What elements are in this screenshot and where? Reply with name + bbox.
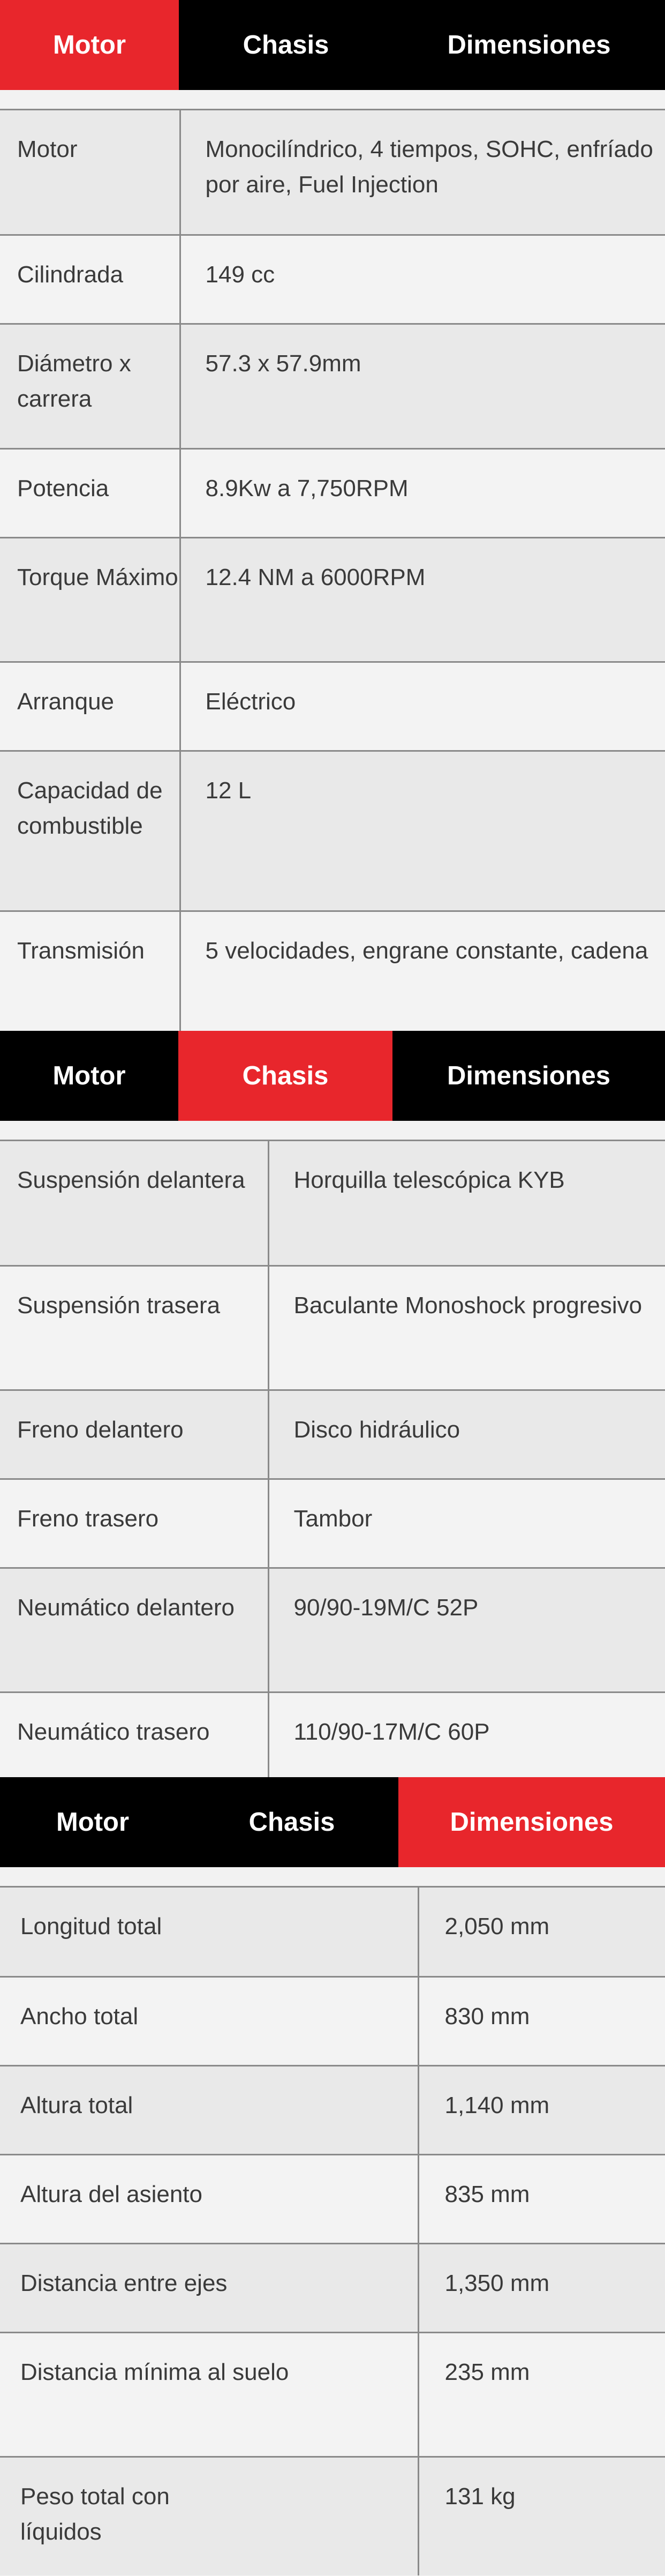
tab-motor[interactable]: Motor	[0, 0, 179, 90]
spec-label: Freno trasero	[0, 1479, 268, 1569]
chasis-spec-table: Suspensión delantera Horquilla telescópi…	[0, 1141, 665, 1777]
table-row: Motor Monocilíndrico, 4 tiempos, SOHC, e…	[0, 110, 665, 236]
tab-motor[interactable]: Motor	[0, 1777, 185, 1867]
table-row: Arranque Eléctrico	[0, 662, 665, 752]
tab-motor[interactable]: Motor	[0, 1031, 178, 1121]
motor-spec-table: Motor Monocilíndrico, 4 tiempos, SOHC, e…	[0, 110, 665, 1031]
spec-label: Neumático trasero	[0, 1692, 268, 1777]
spec-label: Longitud total	[0, 1888, 418, 1978]
spec-label: Diámetro x carrera	[0, 324, 180, 450]
spec-value: 12 L	[179, 751, 665, 912]
spec-label: Transmisión	[0, 911, 180, 1031]
spec-value: Disco hidráulico	[267, 1390, 665, 1480]
spec-value: 235 mm	[417, 2332, 665, 2458]
spec-value: 1,140 mm	[417, 2065, 665, 2155]
tab-bar-chasis-section: Motor Chasis Dimensiones	[0, 1031, 665, 1121]
spec-value: 8.9Kw a 7,750RPM	[179, 448, 665, 538]
table-row: Freno trasero Tambor	[0, 1479, 665, 1569]
table-row: Potencia 8.9Kw a 7,750RPM	[0, 448, 665, 538]
spec-label: Altura total	[0, 2065, 418, 2155]
spec-value: 57.3 x 57.9mm	[179, 324, 665, 450]
spec-value: Tambor	[267, 1479, 665, 1569]
table-row: Cilindrada 149 cc	[0, 235, 665, 325]
spec-value: 830 mm	[417, 1976, 665, 2066]
spec-value: 110/90-17M/C 60P	[267, 1692, 665, 1777]
spec-label: Suspensión delantera	[0, 1141, 268, 1267]
spec-value: 1,350 mm	[417, 2243, 665, 2333]
section-spacer	[0, 1121, 665, 1141]
spec-label: Freno delantero	[0, 1390, 268, 1480]
tab-chasis[interactable]: Chasis	[179, 0, 393, 90]
table-row: Distancia entre ejes 1,350 mm	[0, 2243, 665, 2333]
section-spacer	[0, 90, 665, 110]
spec-value: 149 cc	[179, 235, 665, 325]
spec-label: Peso total con líquidos	[0, 2457, 418, 2575]
table-row: Longitud total 2,050 mm	[0, 1888, 665, 1978]
tab-chasis[interactable]: Chasis	[185, 1777, 398, 1867]
spec-value: 131 kg	[417, 2457, 665, 2575]
tab-chasis[interactable]: Chasis	[178, 1031, 392, 1121]
table-row: Neumático trasero 110/90-17M/C 60P	[0, 1692, 665, 1777]
spec-value: Baculante Monoshock progresivo	[267, 1265, 665, 1391]
table-row: Transmisión 5 velocidades, engrane const…	[0, 911, 665, 1031]
spec-label: Distancia entre ejes	[0, 2243, 418, 2333]
table-row: Diámetro x carrera 57.3 x 57.9mm	[0, 324, 665, 450]
spec-label: Capacidad de combustible	[0, 751, 180, 912]
table-row: Distancia mínima al suelo 235 mm	[0, 2332, 665, 2458]
tab-bar-motor-section: Motor Chasis Dimensiones	[0, 0, 665, 90]
spec-label: Altura del asiento	[0, 2154, 418, 2244]
spec-value: Horquilla telescópica KYB	[267, 1141, 665, 1267]
spec-value: Eléctrico	[179, 662, 665, 752]
tab-dimensiones[interactable]: Dimensiones	[392, 1031, 665, 1121]
spec-value: 835 mm	[417, 2154, 665, 2244]
table-row: Suspensión delantera Horquilla telescópi…	[0, 1141, 665, 1267]
table-row: Ancho total 830 mm	[0, 1976, 665, 2066]
spec-value: Monocilíndrico, 4 tiempos, SOHC, enfríad…	[179, 110, 665, 236]
spec-label: Distancia mínima al suelo	[0, 2332, 418, 2458]
spec-label: Motor	[0, 110, 180, 236]
spec-value: 90/90-19M/C 52P	[267, 1568, 665, 1693]
tab-bar-dimensiones-section: Motor Chasis Dimensiones	[0, 1777, 665, 1867]
spec-value: 2,050 mm	[417, 1888, 665, 1978]
dimensiones-spec-table: Longitud total 2,050 mm Ancho total 830 …	[0, 1888, 665, 2575]
table-row: Capacidad de combustible 12 L	[0, 751, 665, 912]
table-row: Torque Máximo 12.4 NM a 6000RPM	[0, 537, 665, 663]
spec-value: 12.4 NM a 6000RPM	[179, 537, 665, 663]
tab-dimensiones[interactable]: Dimensiones	[393, 0, 665, 90]
section-spacer	[0, 1867, 665, 1888]
tab-dimensiones[interactable]: Dimensiones	[398, 1777, 665, 1867]
table-row: Peso total con líquidos 131 kg	[0, 2457, 665, 2575]
spec-label: Potencia	[0, 448, 180, 538]
spec-label: Torque Máximo	[0, 537, 180, 663]
table-row: Neumático delantero 90/90-19M/C 52P	[0, 1568, 665, 1693]
table-row: Altura total 1,140 mm	[0, 2065, 665, 2155]
spec-value: 5 velocidades, engrane constante, cadena	[179, 911, 665, 1031]
table-row: Freno delantero Disco hidráulico	[0, 1390, 665, 1480]
spec-label: Suspensión trasera	[0, 1265, 268, 1391]
table-row: Suspensión trasera Baculante Monoshock p…	[0, 1265, 665, 1391]
spec-label: Ancho total	[0, 1976, 418, 2066]
spec-label: Arranque	[0, 662, 180, 752]
table-row: Altura del asiento 835 mm	[0, 2154, 665, 2244]
spec-label: Neumático delantero	[0, 1568, 268, 1693]
spec-label: Cilindrada	[0, 235, 180, 325]
